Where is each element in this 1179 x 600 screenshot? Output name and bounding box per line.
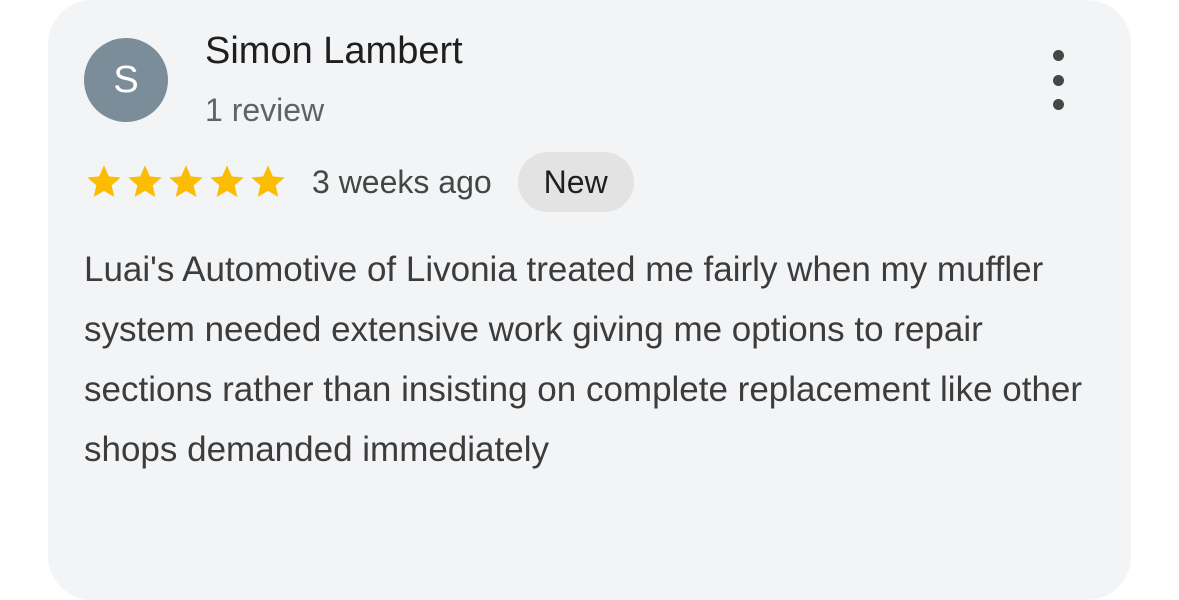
review-text: Luai's Automotive of Livonia treated me … — [84, 250, 1083, 469]
more-options-button[interactable] — [1036, 50, 1080, 110]
avatar-initial: S — [113, 58, 139, 101]
star-icon — [169, 165, 203, 197]
star-icon — [251, 165, 285, 197]
new-badge: New — [517, 152, 634, 212]
star-icon — [210, 165, 244, 197]
star-icon — [128, 165, 162, 197]
more-vert-icon-dot — [1052, 74, 1064, 86]
reviewer-review-count: 1 review — [205, 92, 325, 128]
avatar[interactable]: S — [84, 38, 168, 122]
star-rating — [84, 162, 288, 202]
star-icon — [87, 165, 121, 197]
review-time: 3 weeks ago — [312, 163, 492, 200]
reviewer-name[interactable]: Simon Lambert — [205, 30, 463, 73]
more-vert-icon — [1052, 50, 1064, 61]
rating-row: 3 weeks ago New — [84, 152, 634, 212]
more-vert-icon-dot — [1052, 99, 1064, 110]
